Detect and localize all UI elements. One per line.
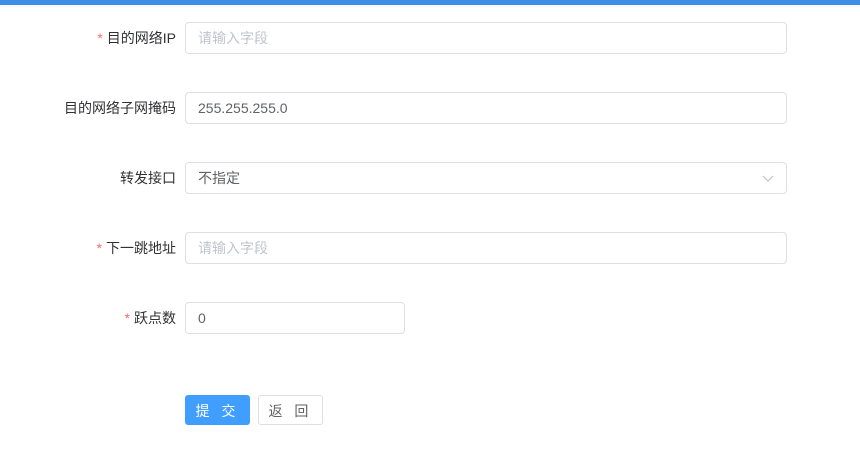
forward-interface-label: 转发接口 [120, 170, 176, 186]
required-mark: * [124, 310, 130, 326]
hop-count-value: 0 [198, 310, 206, 326]
required-mark: * [97, 30, 103, 46]
submit-button[interactable]: 提 交 [185, 395, 250, 425]
form-row-dest-ip: * 目的网络IP 请输入字段 [0, 22, 860, 54]
next-hop-placeholder: 请输入字段 [198, 240, 268, 256]
form-row-forward-interface: 转发接口 不指定 [0, 162, 860, 194]
subnet-mask-label: 目的网络子网掩码 [64, 100, 176, 116]
top-accent-bar [0, 0, 860, 5]
forward-interface-value: 不指定 [198, 170, 240, 186]
route-form-page: * 目的网络IP 请输入字段 目的网络子网掩码 255.255.255.0 转发接… [0, 0, 860, 453]
form-row-subnet-mask: 目的网络子网掩码 255.255.255.0 [0, 92, 860, 124]
hop-count-label: * 跃点数 [124, 310, 176, 326]
subnet-mask-value: 255.255.255.0 [198, 100, 288, 116]
dest-ip-placeholder: 请输入字段 [198, 30, 268, 46]
back-button[interactable]: 返 回 [258, 395, 323, 425]
next-hop-input[interactable]: 请输入字段 [185, 232, 787, 264]
next-hop-label: * 下一跳地址 [96, 240, 176, 256]
forward-interface-select[interactable]: 不指定 [185, 162, 787, 194]
subnet-mask-input[interactable]: 255.255.255.0 [185, 92, 787, 124]
hop-count-input[interactable]: 0 [185, 302, 405, 334]
required-mark: * [96, 240, 102, 256]
dest-ip-label: * 目的网络IP [97, 30, 176, 46]
form-row-next-hop: * 下一跳地址 请输入字段 [0, 232, 860, 264]
form-row-hop-count: * 跃点数 0 [0, 302, 860, 334]
dest-ip-input[interactable]: 请输入字段 [185, 22, 787, 54]
chevron-down-icon [762, 175, 774, 182]
